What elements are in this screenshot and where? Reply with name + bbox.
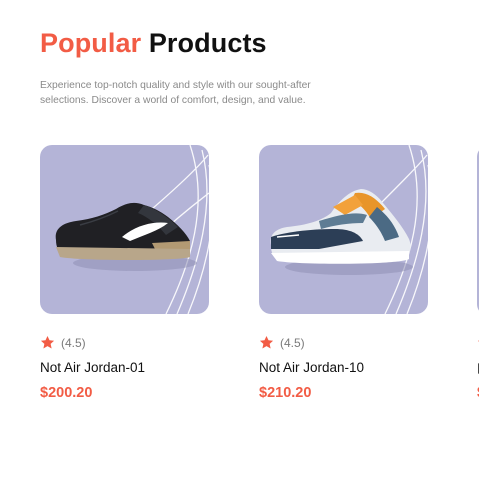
rating: (4.5) (40, 335, 86, 350)
rating: (4.5) (259, 335, 305, 350)
black-sneaker-icon (55, 145, 209, 314)
product-name[interactable]: Not Air Jordan-01 (40, 360, 145, 375)
star-icon (40, 335, 55, 349)
product-price: $200.20 (40, 385, 93, 401)
title-rest: Products (148, 28, 267, 58)
product-name[interactable]: Not Air Jordan-10 (259, 360, 364, 375)
star-icon (259, 335, 274, 349)
section-title: Popular Products (40, 28, 267, 59)
rating-score: (4.5) (61, 335, 86, 350)
rating-score: (4.5) (280, 335, 305, 350)
multicolor-sneaker-icon (270, 145, 428, 314)
product-carousel[interactable]: (4.5) Not Air Jordan-01 $200.20 (4.5) No… (40, 145, 479, 405)
title-accent: Popular (40, 28, 142, 58)
product-card[interactable]: (4.5) Not Air Jordan-01 $200.20 (40, 145, 210, 401)
section-subtitle: Experience top-notch quality and style w… (40, 80, 311, 106)
product-card[interactable]: (4.5) Not Air Jordan-10 $210.20 (259, 145, 429, 401)
product-image[interactable] (40, 145, 209, 314)
product-price: $210.20 (259, 385, 312, 401)
product-image[interactable] (259, 145, 428, 314)
